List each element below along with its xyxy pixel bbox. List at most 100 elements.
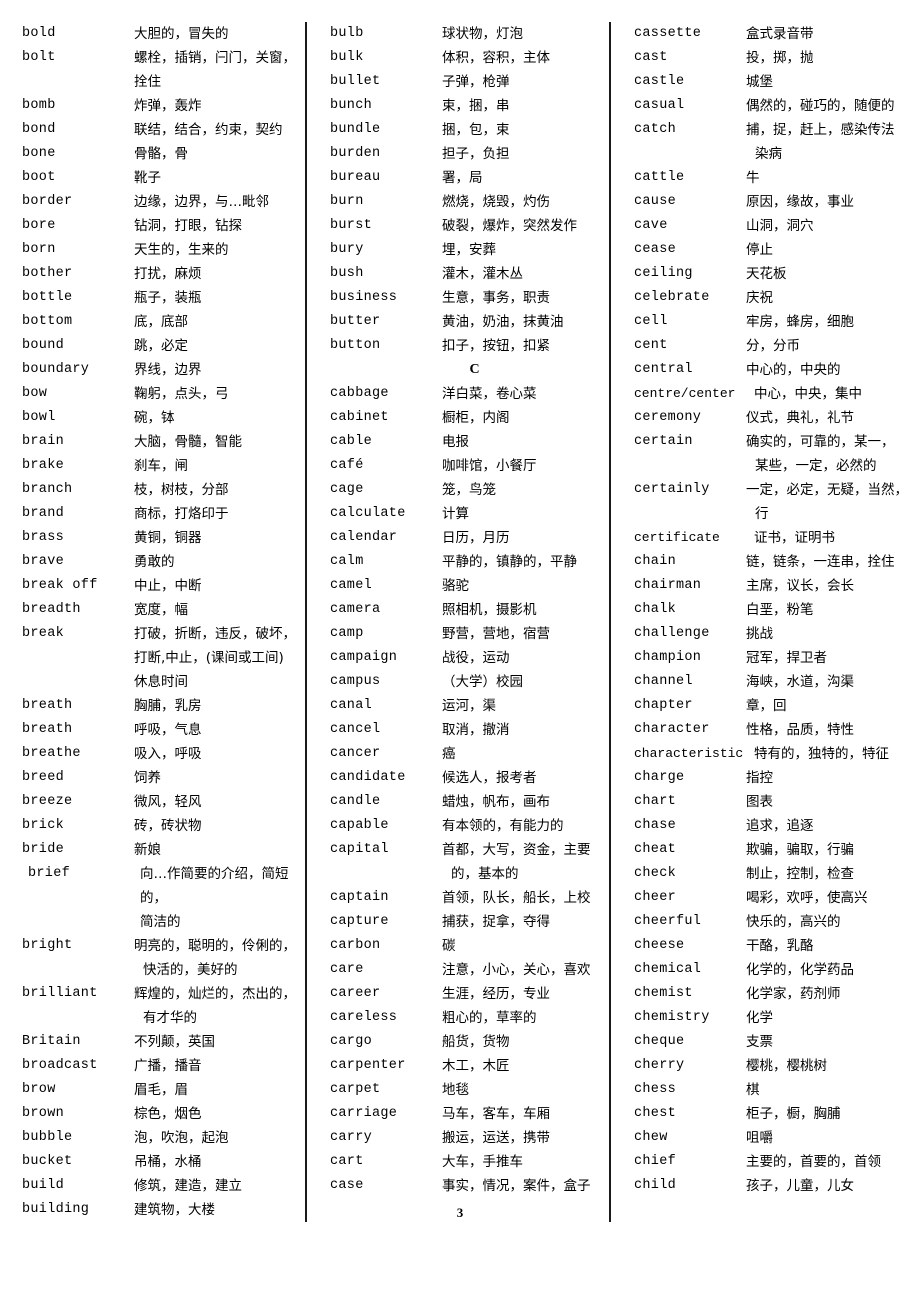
entry-definition: 日历，月历 bbox=[442, 530, 510, 546]
entry-definition: 向…作简要的介绍，简短的， 简洁的 bbox=[140, 862, 305, 934]
glossary-entry: character 性格，品质，特性 bbox=[634, 718, 920, 742]
entry-definition: 广播，播音 bbox=[134, 1058, 202, 1074]
entry-term: cancel bbox=[330, 722, 381, 737]
entry-term: bold bbox=[22, 26, 56, 41]
entry-term: case bbox=[330, 1178, 364, 1193]
entry-term: chalk bbox=[634, 602, 677, 617]
entry-definition: 咀嚼 bbox=[746, 1130, 773, 1146]
entry-definition: 鞠躬，点头，弓 bbox=[134, 386, 229, 402]
entry-definition: 化学家，药剂师 bbox=[746, 986, 841, 1002]
glossary-entry: camp 野营，营地，宿营 bbox=[330, 622, 609, 646]
entry-definition: 枝，树枝，分部 bbox=[134, 482, 229, 498]
glossary-entry: burst 破裂，爆炸，突然发作 bbox=[330, 214, 609, 238]
entry-definition: 牛 bbox=[746, 170, 760, 186]
glossary-entry: bomb 炸弹，轰炸 bbox=[22, 94, 305, 118]
entry-term: carbon bbox=[330, 938, 381, 953]
glossary-entry: bother 打扰，麻烦 bbox=[22, 262, 305, 286]
entry-term: cause bbox=[634, 194, 677, 209]
entry-definition-wrap: 行 bbox=[755, 506, 769, 522]
entry-term: calendar bbox=[330, 530, 398, 545]
entry-term: cancer bbox=[330, 746, 381, 761]
glossary-entry: brave 勇敢的 bbox=[22, 550, 305, 574]
glossary-entry: chew 咀嚼 bbox=[634, 1126, 920, 1150]
entry-definition-wrap: 有才华的 bbox=[143, 1010, 197, 1026]
glossary-entry: chalk 白垩，粉笔 bbox=[634, 598, 920, 622]
entry-definition: 明亮的，聪明的，伶俐的， 快活的，美好的 bbox=[134, 934, 305, 982]
glossary-entry: calm 平静的，镇静的，平静 bbox=[330, 550, 609, 574]
entry-definition: 证书，证明书 bbox=[754, 530, 835, 546]
entry-definition: 指控 bbox=[746, 770, 773, 786]
glossary-entry: cassette 盒式录音带 bbox=[634, 22, 920, 46]
entry-term: carpet bbox=[330, 1082, 381, 1097]
entry-definition-wrap: 休息时间 bbox=[134, 674, 188, 690]
entry-definition: 辉煌的，灿烂的，杰出的， 有才华的 bbox=[134, 982, 305, 1030]
glossary-entry: breadth 宽度，幅 bbox=[22, 598, 305, 622]
entry-definition: 瓶子，装瓶 bbox=[134, 290, 202, 306]
entry-term: cassette bbox=[634, 26, 702, 41]
entry-term: brief bbox=[28, 866, 71, 881]
entry-term: bundle bbox=[330, 122, 381, 137]
entry-definition: 捆，包，束 bbox=[442, 122, 510, 138]
glossary-entry: capable 有本领的，有能力的 bbox=[330, 814, 609, 838]
entry-definition: 勇敢的 bbox=[134, 554, 175, 570]
glossary-entry: carpenter 木工，木匠 bbox=[330, 1054, 609, 1078]
entry-term: brilliant bbox=[22, 986, 98, 1001]
entry-term: chapter bbox=[634, 698, 693, 713]
glossary-entry: brake 刹车，闸 bbox=[22, 454, 305, 478]
entry-definition: 章，回 bbox=[746, 698, 787, 714]
entry-term: bulb bbox=[330, 26, 364, 41]
entry-term: Britain bbox=[22, 1034, 81, 1049]
entry-term: challenge bbox=[634, 626, 710, 641]
entry-term: cargo bbox=[330, 1034, 373, 1049]
glossary-entry: celebrate 庆祝 bbox=[634, 286, 920, 310]
entry-term: bowl bbox=[22, 410, 56, 425]
glossary-entry: bunch 束，捆，串 bbox=[330, 94, 609, 118]
entry-definition: 柜子，橱，胸脯 bbox=[746, 1106, 841, 1122]
entry-term: chemical bbox=[634, 962, 702, 977]
entry-definition: 照相机，摄影机 bbox=[442, 602, 537, 618]
entry-term: bureau bbox=[330, 170, 381, 185]
entry-definition: 链，链条，一连串，拴住 bbox=[746, 554, 895, 570]
entry-definition: 宽度，幅 bbox=[134, 602, 188, 618]
glossary-entry: Britain 不列颠，英国 bbox=[22, 1030, 305, 1054]
entry-definition: 署，局 bbox=[442, 170, 483, 186]
entry-term: central bbox=[634, 362, 693, 377]
entry-definition: 生意，事务，职责 bbox=[442, 290, 550, 306]
glossary-entry: cause 原因，缘故，事业 bbox=[634, 190, 920, 214]
entry-definition: 橱柜，内阁 bbox=[442, 410, 510, 426]
entry-term: brick bbox=[22, 818, 65, 833]
entry-definition: 束，捆，串 bbox=[442, 98, 510, 114]
entry-definition: 化学的，化学药品 bbox=[746, 962, 854, 978]
glossary-entry: channel 海峡，水道，沟渠 bbox=[634, 670, 920, 694]
entry-definition: 支票 bbox=[746, 1034, 773, 1050]
entry-term: calm bbox=[330, 554, 364, 569]
entry-term: chart bbox=[634, 794, 677, 809]
glossary-entry: certainly 一定，必定，无疑，当然，行 bbox=[634, 478, 920, 526]
glossary-entry: ceremony 仪式，典礼，礼节 bbox=[634, 406, 920, 430]
glossary-entry: brand 商标，打烙印于 bbox=[22, 502, 305, 526]
entry-definition: 原因，缘故，事业 bbox=[746, 194, 854, 210]
entry-term: brake bbox=[22, 458, 65, 473]
glossary-entry: bowl 碗，钵 bbox=[22, 406, 305, 430]
glossary-entry: café 咖啡馆，小餐厅 bbox=[330, 454, 609, 478]
entry-definition: 计算 bbox=[442, 506, 469, 522]
entry-definition: 冠军，捍卫者 bbox=[746, 650, 827, 666]
entry-definition: 欺骗，骗取，行骗 bbox=[746, 842, 854, 858]
entry-definition: 取消，撤消 bbox=[442, 722, 510, 738]
glossary-entry: break off 中止，中断 bbox=[22, 574, 305, 598]
entry-definition: 蜡烛，帆布，画布 bbox=[442, 794, 550, 810]
entry-definition: 修筑，建造，建立 bbox=[134, 1178, 242, 1194]
entry-term: camel bbox=[330, 578, 373, 593]
glossary-entry: cheer 喝彩，欢呼，使高兴 bbox=[634, 886, 920, 910]
glossary-entry: chase 追求，追逐 bbox=[634, 814, 920, 838]
page-number: 3 bbox=[456, 1205, 464, 1220]
entry-term: butter bbox=[330, 314, 381, 329]
glossary-entry: central 中心的，中央的 bbox=[634, 358, 920, 382]
glossary-entry: case 事实，情况，案件，盒子 bbox=[330, 1174, 609, 1198]
entry-definition: 粗心的，草率的 bbox=[442, 1010, 537, 1026]
entry-definition: 生涯，经历，专业 bbox=[442, 986, 550, 1002]
entry-definition: 埋，安葬 bbox=[442, 242, 496, 258]
entry-term: button bbox=[330, 338, 381, 353]
entry-term: cabinet bbox=[330, 410, 389, 425]
entry-definition: 船货，货物 bbox=[442, 1034, 510, 1050]
